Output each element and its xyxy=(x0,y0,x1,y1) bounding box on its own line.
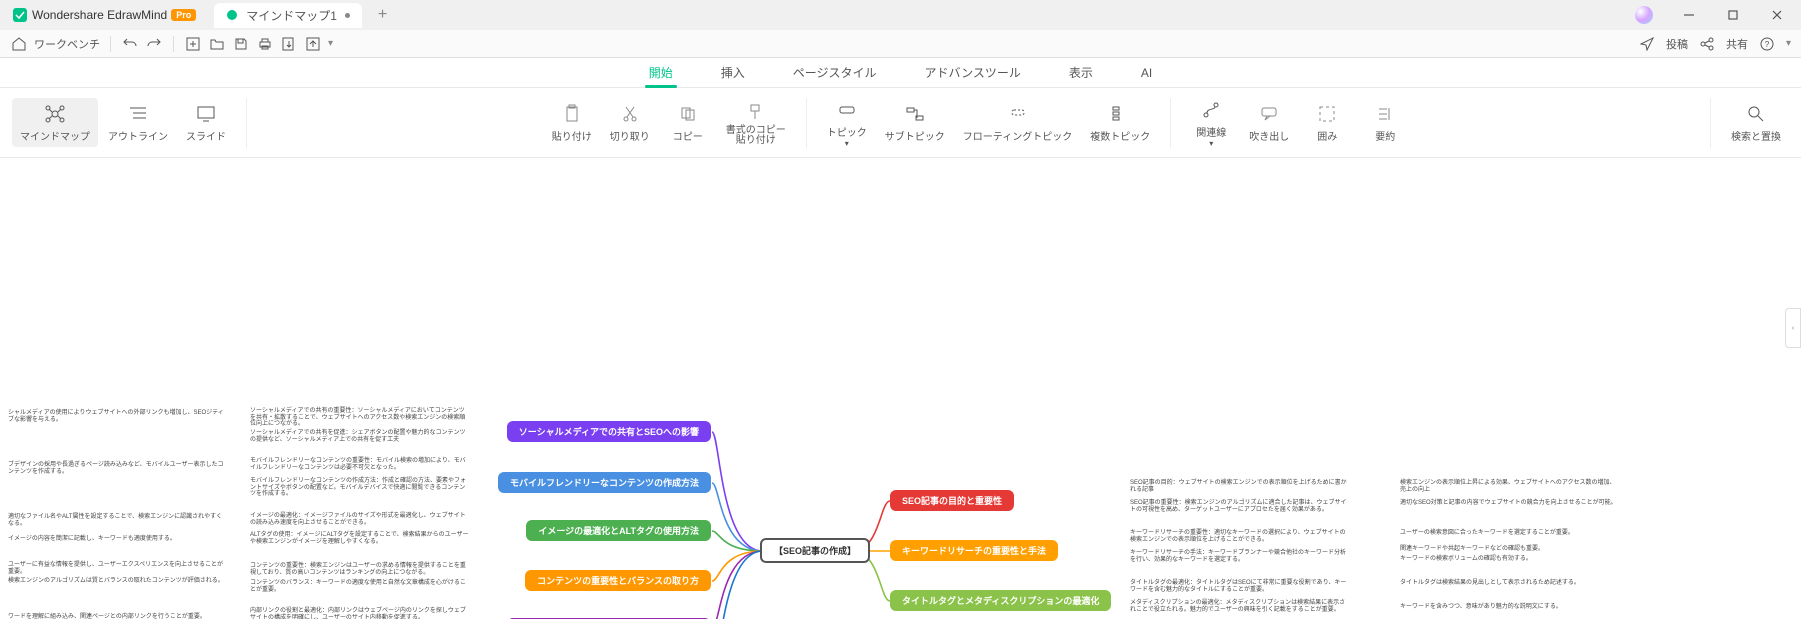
format-paste-button[interactable]: 書式のコピー 貼り付け xyxy=(718,96,794,150)
right-branch-2[interactable]: タイトルタグとメタディスクリプションの最適化 xyxy=(890,590,1111,611)
summary-button[interactable]: 要約 xyxy=(1357,94,1413,152)
left-branch-3[interactable]: コンテンツの重要性とバランスの取り方 xyxy=(525,570,711,591)
app-name: Wondershare EdrawMind xyxy=(32,8,167,22)
doc-name: マインドマップ1 xyxy=(246,7,337,24)
leaf-r2-2[interactable]: ユーザーの検索意図に合ったキーワードを選定することが重要。 xyxy=(1400,530,1620,537)
document-tab[interactable]: マインドマップ1 xyxy=(214,3,362,28)
leaf-l1-3[interactable]: イメージの内容を簡潔に記載し、キーワードも適度使用する。 xyxy=(8,536,228,543)
share-label[interactable]: 共有 xyxy=(1726,36,1748,52)
left-branch-1[interactable]: モバイルフレンドリーなコンテンツの作成方法 xyxy=(498,472,711,493)
menu-insert[interactable]: 挿入 xyxy=(717,58,749,87)
leaf-r2-1[interactable]: 適切なSEO対策と記事の内容でウェブサイトの競合力を向上させることが可能。 xyxy=(1400,500,1620,507)
leaf-l1-6[interactable]: ワードを理解に組み込み、関連ページとの内部リンクを行うことが重要。 xyxy=(8,614,228,619)
save-icon[interactable] xyxy=(232,35,250,53)
side-panel-toggle[interactable]: ‹ xyxy=(1785,308,1801,348)
frame-button[interactable]: 囲み xyxy=(1299,94,1355,152)
leaf-r1-4[interactable]: タイトルタグの最適化：タイトルタグはSEOにて非常に重要な役割であり、キーワード… xyxy=(1130,580,1350,593)
app-logo-icon xyxy=(12,7,28,23)
menu-advanced[interactable]: アドバンスツール xyxy=(921,58,1025,87)
leaf-l2-8[interactable]: 内部リンクの役割と最適化：内部リンクはウェブページ内のリンクを探しウェブサイトの… xyxy=(250,608,470,619)
send-icon[interactable] xyxy=(1638,35,1656,53)
right-branch-0[interactable]: SEO記事の目的と重要性 xyxy=(890,490,1014,511)
new-icon[interactable] xyxy=(184,35,202,53)
open-icon[interactable] xyxy=(208,35,226,53)
export-icon[interactable] xyxy=(280,35,298,53)
new-tab-button[interactable]: + xyxy=(370,4,395,26)
leaf-l1-2[interactable]: 適切なファイル名やALT属性を設定することで、検索エンジンに認識されやすくなる。 xyxy=(8,514,228,527)
topic-button[interactable]: トピック▾ xyxy=(819,94,875,152)
leaf-r2-3[interactable]: 関連キーワードや共起キーワードなどの確認も重要。 xyxy=(1400,546,1620,553)
app-title: Wondershare EdrawMind Pro xyxy=(4,7,204,23)
subtopic-button[interactable]: サブトピック xyxy=(877,94,953,152)
minimize-button[interactable] xyxy=(1669,2,1709,28)
menu-bar: 開始 挿入 ページスタイル アドバンスツール 表示 AI xyxy=(0,58,1801,88)
leaf-l2-1[interactable]: ソーシャルメディアでの共有を促進：シェアボタンの配置や魅力的なコンテンツの提供な… xyxy=(250,430,470,443)
view-slide-button[interactable]: スライド xyxy=(178,98,234,147)
help-icon[interactable]: ? xyxy=(1758,35,1776,53)
left-branch-0[interactable]: ソーシャルメディアでの共有とSEOへの影響 xyxy=(507,421,711,442)
undo-icon[interactable] xyxy=(121,35,139,53)
leaf-l1-0[interactable]: シャルメディアの使用によりウェブサイトへの外部リンクも増加し、SEOジティブな影… xyxy=(8,410,228,423)
relation-button[interactable]: 関連線▾ xyxy=(1183,94,1239,152)
paste-button[interactable]: 貼り付け xyxy=(544,96,600,150)
share2-icon[interactable] xyxy=(1698,35,1716,53)
leaf-r1-3[interactable]: キーワードリサーチの手法：キーワードプランナーや競合他社のキーワード分析を行い、… xyxy=(1130,550,1350,563)
menu-start[interactable]: 開始 xyxy=(645,58,677,87)
leaf-l1-4[interactable]: ユーザーに有益な情報を提供し、ユーザーエクスペリエンスを向上させることが重要。 xyxy=(8,562,228,575)
leaf-l1-1[interactable]: ブデザインの採用や長過ぎるページ読み込みなど、モバイルユーザー表示したコンテンツ… xyxy=(8,462,228,475)
leaf-r2-5[interactable]: タイトルタグは検索結果の見出しとして表示されるため記述する。 xyxy=(1400,580,1620,587)
ai-orb-icon[interactable] xyxy=(1635,6,1653,24)
maximize-button[interactable] xyxy=(1713,2,1753,28)
leaf-r2-4[interactable]: キーワードの検索ボリュームの確認も有効する。 xyxy=(1400,556,1620,563)
leaf-r1-1[interactable]: SEO記事の重要性：検索エンジンのアルゴリズムに適合した記事は、ウェブサイトの可… xyxy=(1130,500,1350,513)
menu-display[interactable]: 表示 xyxy=(1065,58,1097,87)
multi-topic-button[interactable]: 複数トピック xyxy=(1082,94,1158,152)
mindmap-canvas[interactable]: 【SEO記事の作成】 ソーシャルメディアでの共有とSEOへの影響モバイルフレンド… xyxy=(0,158,1801,619)
leaf-l2-0[interactable]: ソーシャルメディアでの共有の重要性：ソーシャルメディアにおいてコンテンツを共有・… xyxy=(250,408,470,428)
modified-dot-icon xyxy=(345,13,350,18)
title-bar: Wondershare EdrawMind Pro マインドマップ1 + xyxy=(0,0,1801,30)
redo-icon[interactable] xyxy=(145,35,163,53)
workbench-label[interactable]: ワークベンチ xyxy=(34,36,100,52)
menu-pagestyle[interactable]: ページスタイル xyxy=(789,58,881,87)
leaf-l2-3[interactable]: モバイルフレンドリーなコンテンツの作成方法：作成と確認の方法、要素やフォントサイ… xyxy=(250,478,470,498)
doc-icon xyxy=(226,9,238,21)
leaf-r1-5[interactable]: メタディスクリプションの最適化：メタディスクリプションは検索結果に表示されことで… xyxy=(1130,600,1350,613)
share-icon[interactable] xyxy=(304,35,322,53)
leaf-r2-0[interactable]: 検索エンジンの表示順位上昇による効果、ウェブサイトへのアクセス数の増加、売上の向… xyxy=(1400,480,1620,493)
callout-button[interactable]: 吹き出し xyxy=(1241,94,1297,152)
leaf-l2-4[interactable]: イメージの最適化：イメージファイルのサイズや形式を最適化し、ウェブサイトの読み込… xyxy=(250,513,470,526)
send-label[interactable]: 投稿 xyxy=(1666,36,1688,52)
leaf-l1-5[interactable]: 検索エンジンのアルゴリズムは質とバランスの取れたコンテンツが評価される。 xyxy=(8,578,228,585)
leaf-l2-6[interactable]: コンテンツの重要性：検索エンジンはユーザーの求める情報を提供することを重視してお… xyxy=(250,563,470,576)
leaf-r1-0[interactable]: SEO記事の目的：ウェブサイトの検索エンジンでの表示順位を上げるために書かれる記… xyxy=(1130,480,1350,493)
home-icon[interactable] xyxy=(10,35,28,53)
menu-ai[interactable]: AI xyxy=(1137,60,1156,86)
left-branch-2[interactable]: イメージの最適化とALTタグの使用方法 xyxy=(526,520,711,541)
cut-button[interactable]: 切り取り xyxy=(602,96,658,150)
right-branch-1[interactable]: キーワードリサーチの重要性と手法 xyxy=(890,540,1058,561)
leaf-l2-5[interactable]: ALTタグの使用：イメージにALTタグを設定することで、検索結果からのユーザーや… xyxy=(250,532,470,545)
search-replace-button[interactable]: 検索と置換 xyxy=(1723,98,1789,147)
pro-badge: Pro xyxy=(171,9,196,21)
leaf-r2-6[interactable]: キーワードを含みつつ、意味があり魅力的な説明文にする。 xyxy=(1400,604,1620,611)
leaf-r1-2[interactable]: キーワードリサーチの重要性：適切なキーワードの選択により、ウェブサイトの検索エン… xyxy=(1130,530,1350,543)
leaf-l2-2[interactable]: モバイルフレンドリーなコンテンツの重要性：モバイル検索の増加により、モバイルフレ… xyxy=(250,458,470,471)
quick-toolbar: ワークベンチ ▾ 投稿 共有 ? ▾ xyxy=(0,30,1801,58)
print-icon[interactable] xyxy=(256,35,274,53)
view-mindmap-button[interactable]: マインドマップ xyxy=(12,98,98,147)
floating-topic-button[interactable]: フローティングトピック xyxy=(955,94,1080,152)
copy-button[interactable]: コピー xyxy=(660,96,716,150)
center-topic[interactable]: 【SEO記事の作成】 xyxy=(760,538,870,563)
leaf-l2-7[interactable]: コンテンツのバランス：キーワードの適度な使用と自然な文章構成を心がけることが重要… xyxy=(250,580,470,593)
view-outline-button[interactable]: アウトライン xyxy=(100,98,176,147)
ribbon: マインドマップ アウトライン スライド 貼り付け 切り取り コピー 書式のコピー… xyxy=(0,88,1801,158)
svg-text:?: ? xyxy=(1765,40,1770,49)
close-button[interactable] xyxy=(1757,2,1797,28)
